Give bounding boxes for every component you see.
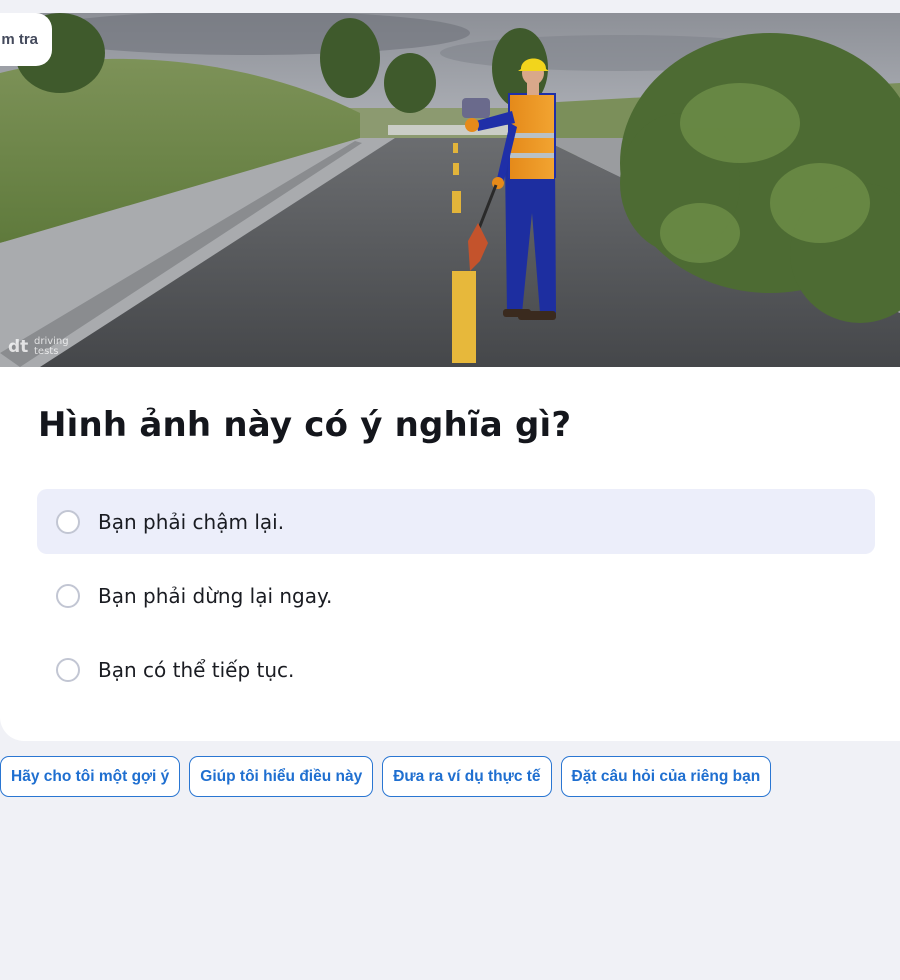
question-title: Hình ảnh này có ý nghĩa gì? [38,405,572,445]
example-chip-button[interactable]: Đưa ra ví dụ thực tế [382,756,552,797]
ask-question-chip-button[interactable]: Đặt câu hỏi của riêng bạn [560,756,772,797]
answer-option-label: Bạn phải chậm lại. [98,509,285,534]
road-scene-illustration [0,13,900,367]
explain-chip-button[interactable]: Giúp tôi hiểu điều này [189,756,374,797]
answer-options: Bạn phải chậm lại. Bạn phải dừng lại nga… [37,489,875,711]
answer-option-2[interactable]: Bạn phải dừng lại ngay. [37,563,875,628]
image-watermark: dt driving tests [8,336,74,358]
driving-tests-logo-icon: dt [8,337,29,357]
suggestion-chips: Hãy cho tôi một gợi ý Giúp tôi hiểu điều… [0,756,772,797]
tag-pill-label: m tra [1,31,38,48]
radio-button[interactable] [56,657,80,682]
hint-chip-button[interactable]: Hãy cho tôi một gợi ý [0,756,181,797]
tag-pill[interactable]: m tra [0,13,52,66]
radio-button[interactable] [56,583,80,608]
question-image: m tra dt driving tests [0,13,900,367]
answer-option-3[interactable]: Bạn có thể tiếp tục. [37,637,875,702]
answer-option-label: Bạn phải dừng lại ngay. [98,583,333,608]
radio-button[interactable] [56,509,80,534]
question-card: m tra dt driving tests Hình ảnh này có ý… [0,13,900,741]
answer-option-label: Bạn có thể tiếp tục. [98,657,295,682]
watermark-text: driving tests [34,336,69,357]
answer-option-1[interactable]: Bạn phải chậm lại. [37,489,875,554]
